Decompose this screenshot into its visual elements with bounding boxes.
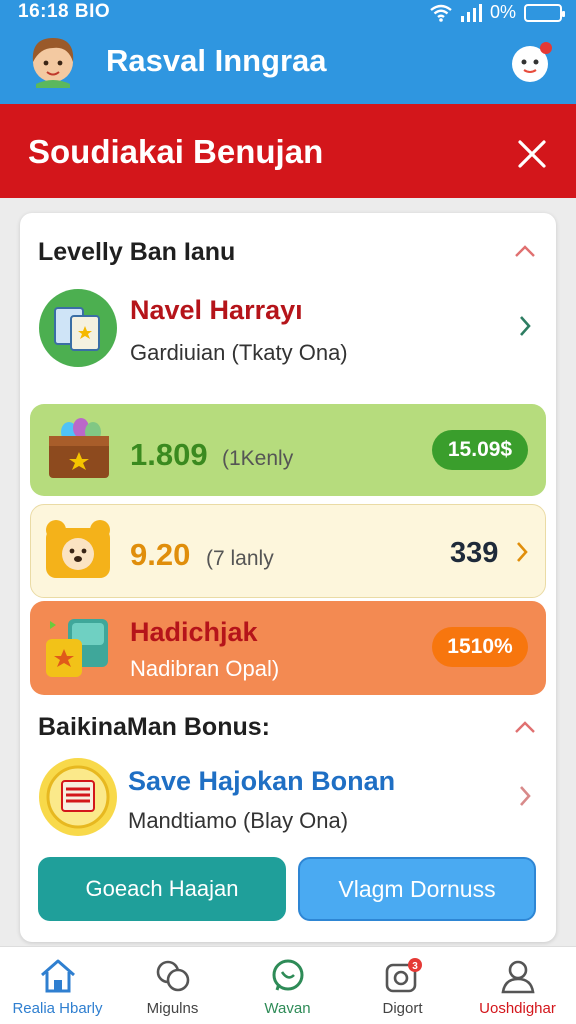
reward-unit-1: (1Kenly [222, 447, 294, 470]
banner-title: Soudiakai Benujan [28, 133, 324, 170]
nav-label-profile: Uoshdighar [479, 1000, 556, 1017]
item-title-level: Navel Harrayı [130, 295, 303, 325]
camera-icon: 3 [385, 958, 422, 993]
nav-item-whatsapp[interactable]: Wavan [230, 947, 345, 1024]
reward-price-pill-3[interactable]: 1510% [432, 627, 528, 667]
section-title-level: Levelly Ban Ianu [38, 238, 236, 266]
camera-badge: 3 [412, 961, 418, 972]
reward-amount-2: 339 [450, 537, 499, 569]
reward-value-1: 1.809 [130, 437, 208, 472]
reward-value-2: 9.20 [130, 537, 191, 572]
gift-blocks-icon [46, 619, 108, 677]
nav-item-home[interactable]: Realia Hbarly [0, 947, 115, 1024]
bottom-nav: Realia Hbarly Migulns Wavan 3 Digort Uos… [0, 946, 576, 1024]
nav-item-camera[interactable]: 3 Digort [345, 947, 460, 1024]
reward-price-pill-1[interactable]: 15.09$ [432, 430, 528, 470]
mascot-icon[interactable] [510, 40, 554, 84]
battery-icon [524, 3, 565, 22]
secondary-button[interactable]: Vlagm Dornuss [298, 857, 536, 921]
chevron-right-icon[interactable] [515, 540, 529, 564]
whatsapp-icon [272, 959, 303, 991]
reward-subtitle-3: Nadibran Opal) [130, 656, 280, 681]
chevron-right-icon[interactable] [518, 784, 532, 808]
home-icon [40, 959, 75, 993]
battery-text: 0% [489, 2, 516, 22]
nav-label-camera: Digort [382, 1000, 423, 1017]
chevron-right-icon[interactable] [518, 314, 532, 338]
cards-icon [39, 289, 117, 367]
coin-icon [39, 758, 117, 836]
nav-label-whatsapp: Wavan [264, 1000, 311, 1017]
chevron-up-icon[interactable] [514, 720, 536, 734]
nav-label-home: Realia Hbarly [12, 1000, 103, 1017]
item-title-bonus: Save Hajokan Bonan [128, 766, 396, 796]
item-subtitle-bonus: Mandtiamo (Blay Ona) [128, 808, 349, 833]
chevron-up-icon[interactable] [514, 244, 536, 258]
nav-item-chat[interactable]: Migulns [115, 947, 230, 1024]
reward-title-3: Hadichjak [130, 617, 258, 647]
signal-icon [460, 3, 482, 22]
item-subtitle-level: Gardiuian (Tkaty Ona) [130, 340, 348, 365]
chat-icon [156, 960, 189, 992]
dog-badge-icon [46, 520, 110, 578]
nav-label-chat: Migulns [146, 1000, 199, 1017]
reward-unit-2: (7 lanly [206, 547, 274, 570]
wifi-icon [430, 4, 452, 22]
status-time: 16:18 BIO [18, 1, 111, 22]
close-icon[interactable] [512, 134, 552, 174]
treasure-chest-icon [49, 418, 109, 478]
avatar[interactable] [28, 32, 78, 88]
app-title: Rasval Inngraa [106, 43, 327, 78]
section-title-bonus: BaikinaMan Bonus: [38, 713, 270, 741]
primary-button[interactable]: Goeach Haajan [38, 857, 286, 921]
status-bar: 16:18 BIO 0% [0, 0, 576, 26]
user-icon [500, 960, 535, 994]
nav-item-profile[interactable]: Uoshdighar [460, 947, 575, 1024]
